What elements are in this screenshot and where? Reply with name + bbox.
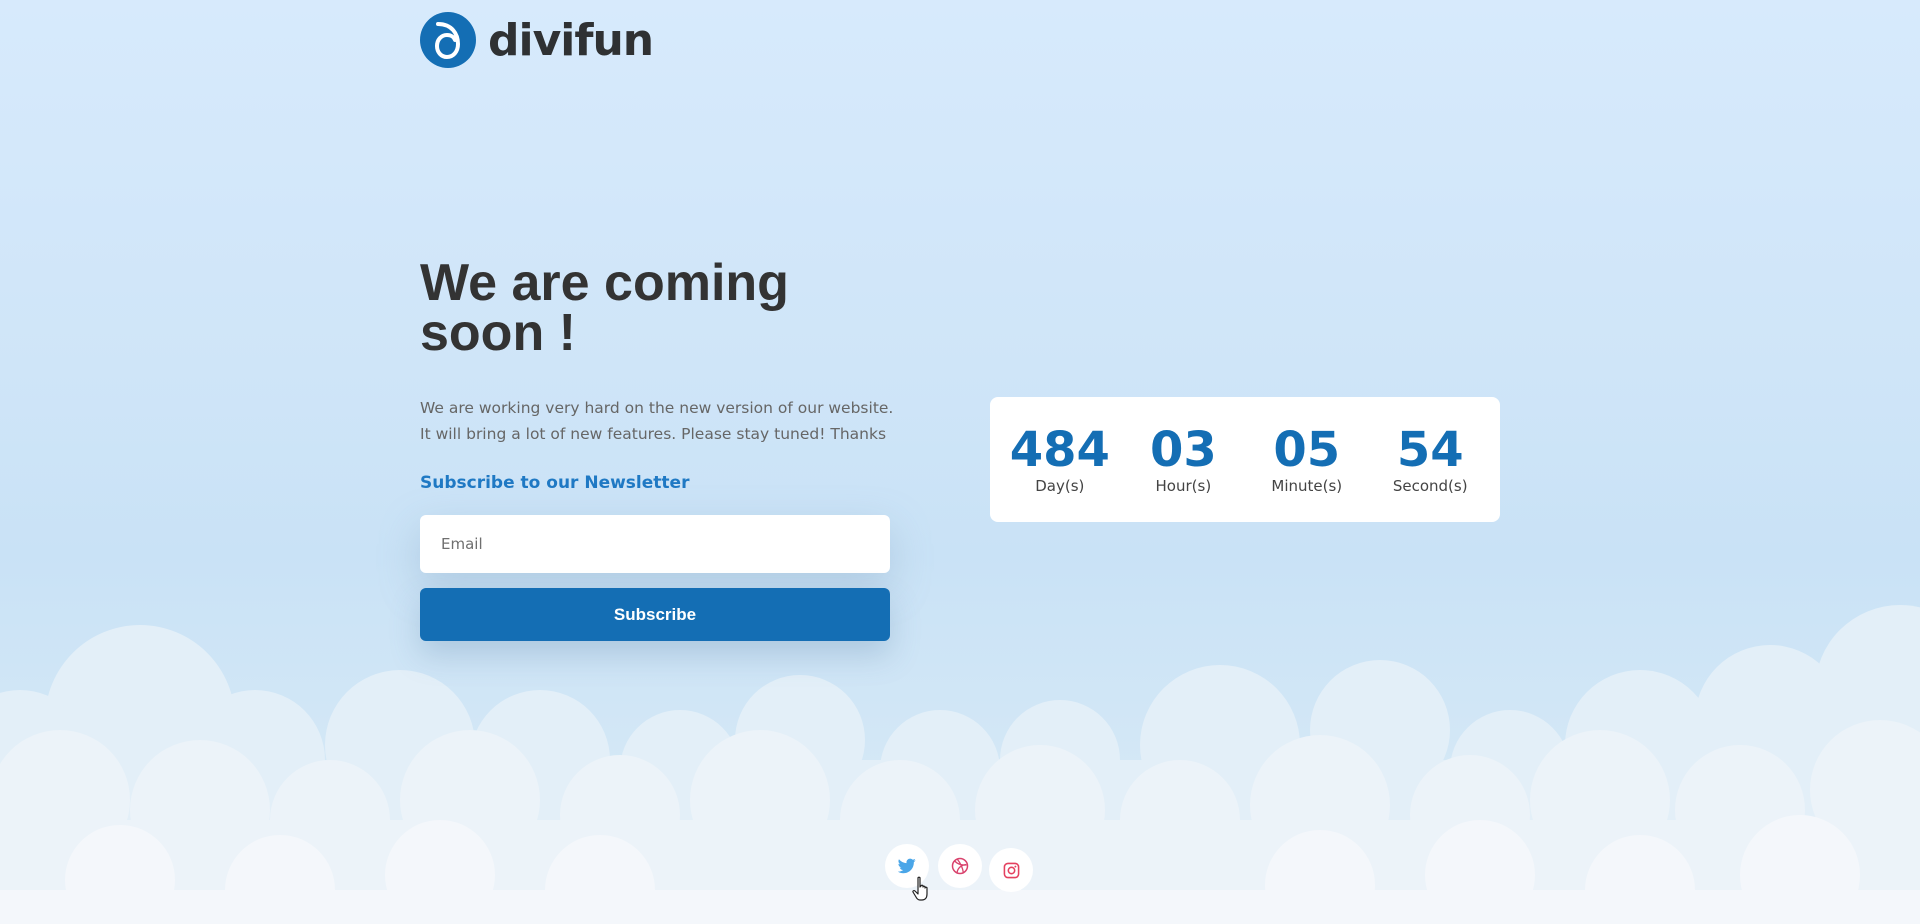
countdown-hours-label: Hour(s) — [1155, 476, 1212, 495]
newsletter-title: Subscribe to our Newsletter — [420, 473, 690, 493]
brand-logo[interactable]: divifun — [420, 12, 654, 68]
countdown-days: 484 Day(s) — [1010, 425, 1110, 495]
countdown-hours-value: 03 — [1149, 421, 1217, 478]
countdown-days-label: Day(s) — [1035, 476, 1085, 495]
countdown-seconds-label: Second(s) — [1392, 476, 1468, 495]
email-input[interactable] — [420, 515, 890, 573]
countdown-days-value: 484 — [1009, 421, 1110, 478]
subscribe-button[interactable]: Subscribe — [420, 588, 890, 641]
instagram-icon — [1003, 862, 1019, 878]
hand-cursor-icon — [912, 876, 928, 901]
countdown-minutes: 05 Minute(s) — [1257, 425, 1357, 495]
divifun-logo-icon — [420, 12, 476, 68]
cloud-background — [0, 605, 1920, 924]
twitter-icon — [898, 858, 916, 874]
page-description: We are working very hard on the new vers… — [420, 399, 894, 443]
countdown-hours: 03 Hour(s) — [1133, 425, 1233, 495]
countdown-minutes-label: Minute(s) — [1271, 476, 1343, 495]
countdown-seconds: 54 Second(s) — [1380, 425, 1480, 495]
brand-name: divifun — [488, 14, 654, 66]
countdown-seconds-value: 54 — [1396, 421, 1464, 478]
countdown-minutes-value: 05 — [1273, 421, 1341, 478]
dribbble-link[interactable] — [938, 844, 982, 888]
dribbble-icon — [951, 857, 969, 875]
instagram-link[interactable] — [989, 848, 1033, 892]
page-title: We are coming soon ! — [420, 254, 789, 362]
countdown-timer: 484 Day(s) 03 Hour(s) 05 Minute(s) 54 Se… — [990, 397, 1500, 522]
